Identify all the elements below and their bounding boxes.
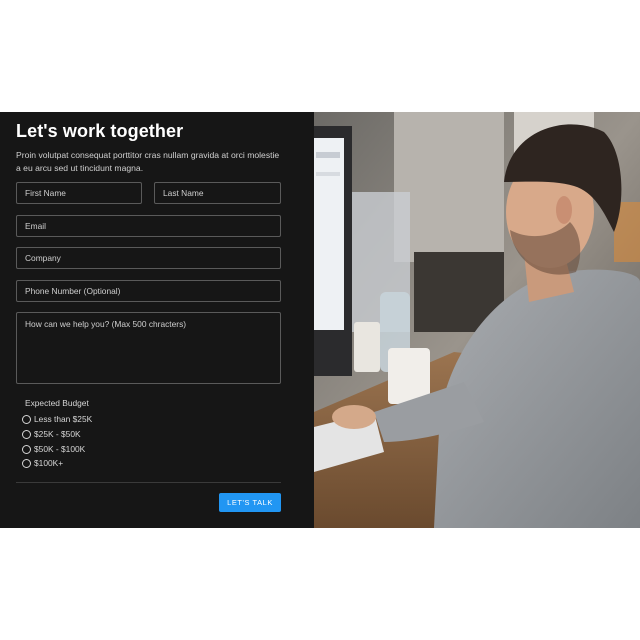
form-title: Let's work together [16,121,184,141]
budget-label: Expected Budget [25,398,89,408]
lets-talk-button[interactable]: LET'S TALK [219,493,281,512]
budget-option[interactable]: $100K+ [22,458,63,468]
message-textarea[interactable]: How can we help you? (Max 500 chracters) [16,312,281,384]
last-name-field[interactable]: Last Name [154,182,281,204]
form-divider [16,482,281,483]
radio-icon[interactable] [22,458,31,468]
company-placeholder: Company [25,253,61,263]
budget-option[interactable]: Less than $25K [22,414,92,424]
email-field[interactable]: Email [16,215,281,237]
office-photo [314,112,640,528]
budget-option-label: $50K - $100K [34,444,86,454]
email-placeholder: Email [25,221,46,231]
last-name-placeholder: Last Name [163,188,204,198]
budget-option[interactable]: $50K - $100K [22,444,85,454]
contact-form: Let's work together Proin volutpat conse… [0,112,314,528]
phone-placeholder: Phone Number (Optional) [25,286,121,296]
first-name-field[interactable]: First Name [16,182,142,204]
contact-card: Let's work together Proin volutpat conse… [0,112,640,528]
budget-option-label: Less than $25K [34,414,93,424]
form-subtitle: Proin volutpat consequat porttitor cras … [16,150,280,173]
radio-icon[interactable] [22,429,31,439]
message-placeholder: How can we help you? (Max 500 chracters) [25,319,187,329]
radio-icon[interactable] [22,414,31,424]
budget-option-label: $100K+ [34,458,64,468]
budget-option[interactable]: $25K - $50K [22,429,81,439]
man-at-computer-image [314,112,640,528]
first-name-placeholder: First Name [25,188,66,198]
company-field[interactable]: Company [16,247,281,269]
budget-option-label: $25K - $50K [34,429,81,439]
radio-icon[interactable] [22,444,31,454]
phone-field[interactable]: Phone Number (Optional) [16,280,281,302]
